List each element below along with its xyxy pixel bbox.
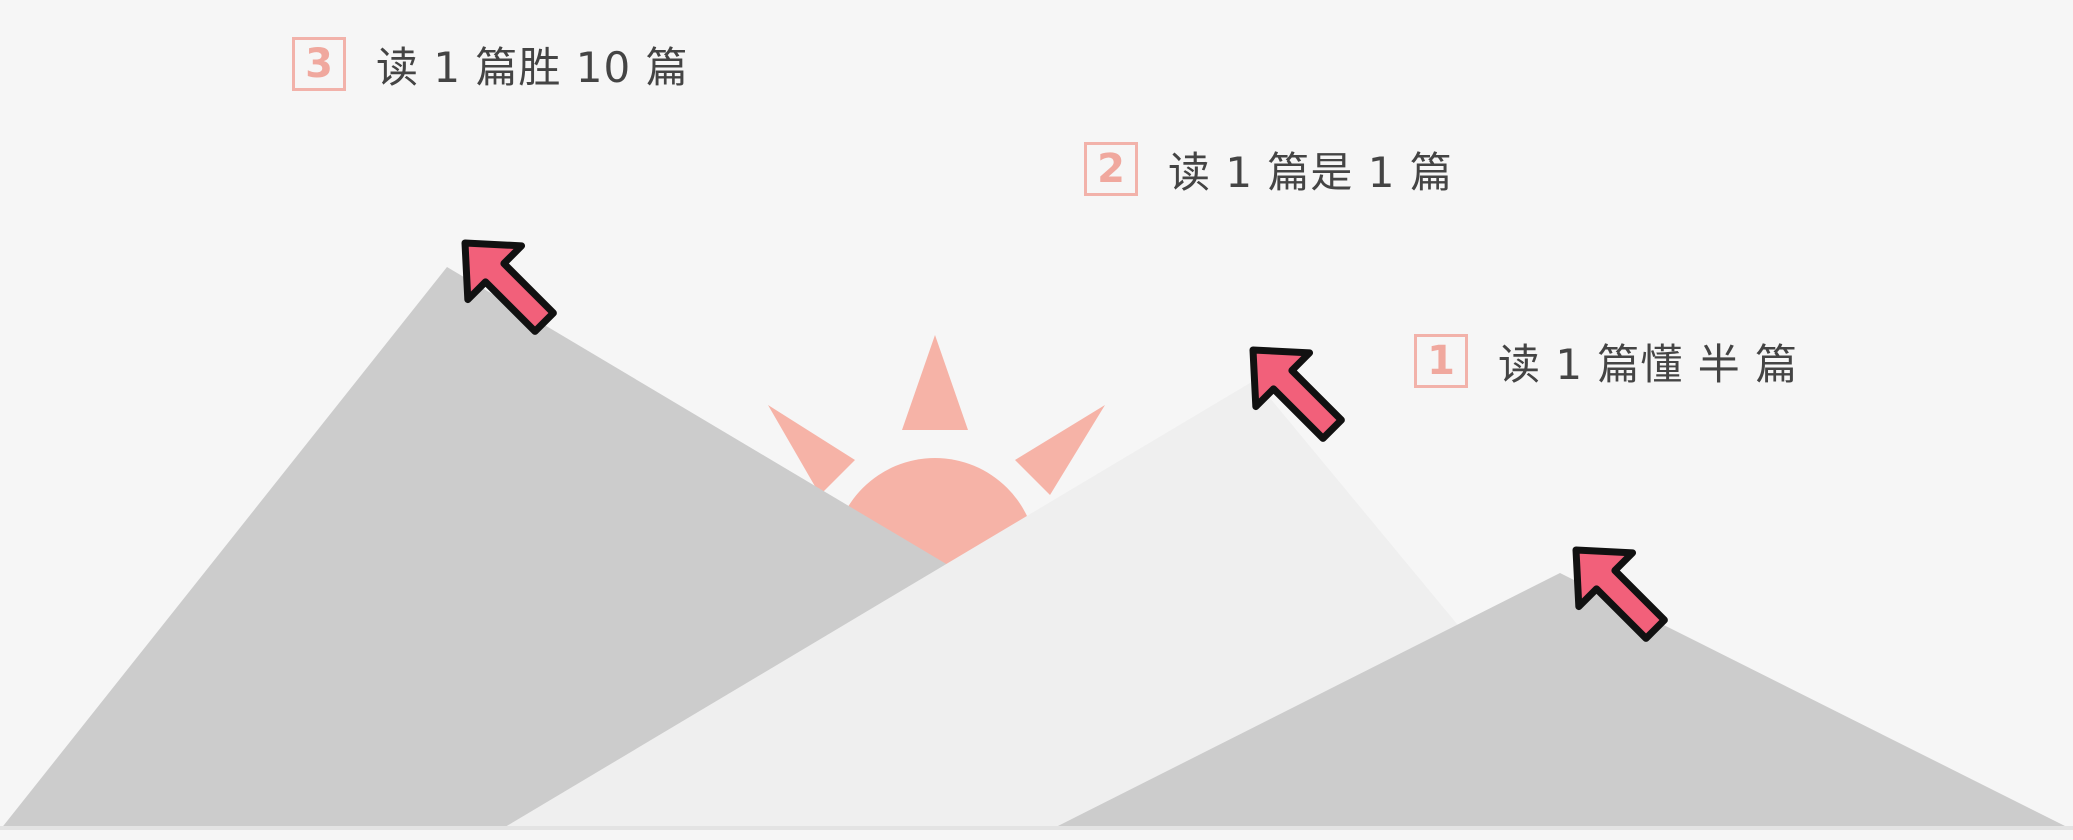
mountain-scene bbox=[0, 239, 2073, 830]
step-number-badge: 1 bbox=[1414, 334, 1468, 388]
peak-label-text: 读 1 篇是 1 篇 bbox=[1168, 147, 1453, 197]
peak-label-2: 2 读 1 篇是 1 篇 bbox=[1084, 139, 1453, 199]
step-number-badge: 2 bbox=[1084, 142, 1138, 196]
peak-label-3: 3 读 1 篇胜 10 篇 bbox=[292, 34, 689, 94]
step-number-badge: 3 bbox=[292, 37, 346, 91]
sun-ray-top bbox=[902, 335, 968, 430]
peak-label-1: 1 读 1 篇懂 半 篇 bbox=[1414, 331, 1798, 391]
ground-line bbox=[0, 826, 2073, 830]
peak-label-text: 读 1 篇懂 半 篇 bbox=[1498, 339, 1799, 389]
peak-label-text: 读 1 篇胜 10 篇 bbox=[376, 42, 689, 92]
